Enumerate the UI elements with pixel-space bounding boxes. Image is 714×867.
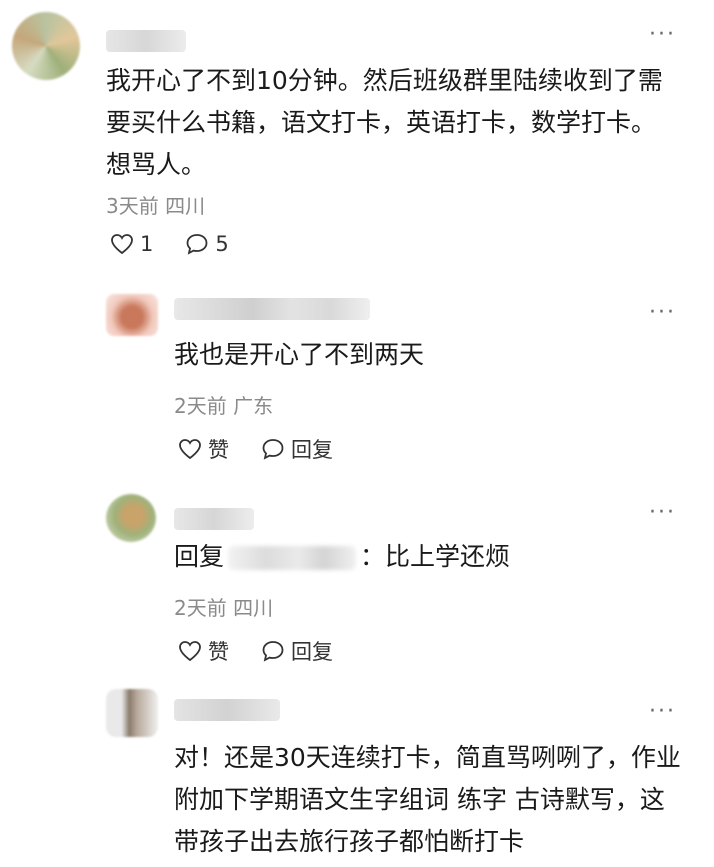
reply-body: ：比上学还烦 <box>360 542 511 571</box>
heart-icon <box>111 234 133 255</box>
like-button[interactable]: 1 <box>110 232 153 256</box>
reply-1: ··· 我也是开心了不到两天 2天前 广东 赞 回复 <box>0 290 714 490</box>
more-options-button[interactable]: ··· <box>649 699 676 724</box>
like-button[interactable]: 赞 <box>178 636 229 666</box>
like-count: 1 <box>140 232 154 256</box>
heart-icon <box>179 439 201 460</box>
avatar[interactable] <box>106 294 158 336</box>
reply-label: 回复 <box>291 640 333 664</box>
reply-text: 对！还是30天连续打卡，简直骂咧咧了，作业附加下学期语文生字组词 练字 古诗默写… <box>174 743 681 856</box>
reply-meta: 2天前 广东 <box>174 394 274 418</box>
reply-button[interactable]: 回复 <box>261 434 333 464</box>
avatar[interactable] <box>106 494 156 542</box>
like-button[interactable]: 赞 <box>178 434 229 464</box>
avatar[interactable] <box>106 689 158 737</box>
comment-meta: 3天前 四川 <box>106 194 206 218</box>
username-blurred[interactable] <box>174 508 254 530</box>
comment-bubble-icon <box>262 641 284 662</box>
comment-bubble-icon <box>186 234 208 255</box>
comment-actions: 1 5 <box>110 232 261 256</box>
reply-button[interactable]: 回复 <box>261 636 333 666</box>
more-options-button[interactable]: ··· <box>649 22 676 47</box>
heart-icon <box>179 641 201 662</box>
reply-label: 回复 <box>291 438 333 462</box>
more-options-button[interactable]: ··· <box>649 500 676 525</box>
comment-text: 我开心了不到10分钟。然后班级群里陆续收到了需要买什么书籍，语文打卡，英语打卡，… <box>106 66 663 179</box>
avatar[interactable] <box>12 12 80 80</box>
more-options-button[interactable]: ··· <box>649 300 676 325</box>
reply-count: 5 <box>215 232 229 256</box>
reply-actions: 赞 回复 <box>178 636 365 666</box>
reply-prefix: 回复 <box>174 542 225 571</box>
like-label: 赞 <box>208 640 229 664</box>
username-blurred[interactable] <box>174 298 370 320</box>
username-blurred[interactable] <box>174 699 280 721</box>
username-blurred[interactable] <box>106 30 186 52</box>
comment-bubble-icon <box>262 439 284 460</box>
like-label: 赞 <box>208 438 229 462</box>
reply-text: 回复 ：比上学还烦 <box>174 536 510 578</box>
reply-3: ··· 对！还是30天连续打卡，简直骂咧咧了，作业附加下学期语文生字组词 练字 … <box>0 685 714 867</box>
reply-text: 我也是开心了不到两天 <box>174 340 425 369</box>
reply-2: ··· 回复 ：比上学还烦 2天前 四川 赞 回复 <box>0 490 714 685</box>
comment-1: ··· 我开心了不到10分钟。然后班级群里陆续收到了需要买什么书籍，语文打卡，英… <box>0 0 714 290</box>
reply-actions: 赞 回复 <box>178 434 365 464</box>
reply-meta: 2天前 四川 <box>174 596 274 620</box>
mention-blurred[interactable] <box>228 546 357 570</box>
reply-button[interactable]: 5 <box>185 232 229 256</box>
